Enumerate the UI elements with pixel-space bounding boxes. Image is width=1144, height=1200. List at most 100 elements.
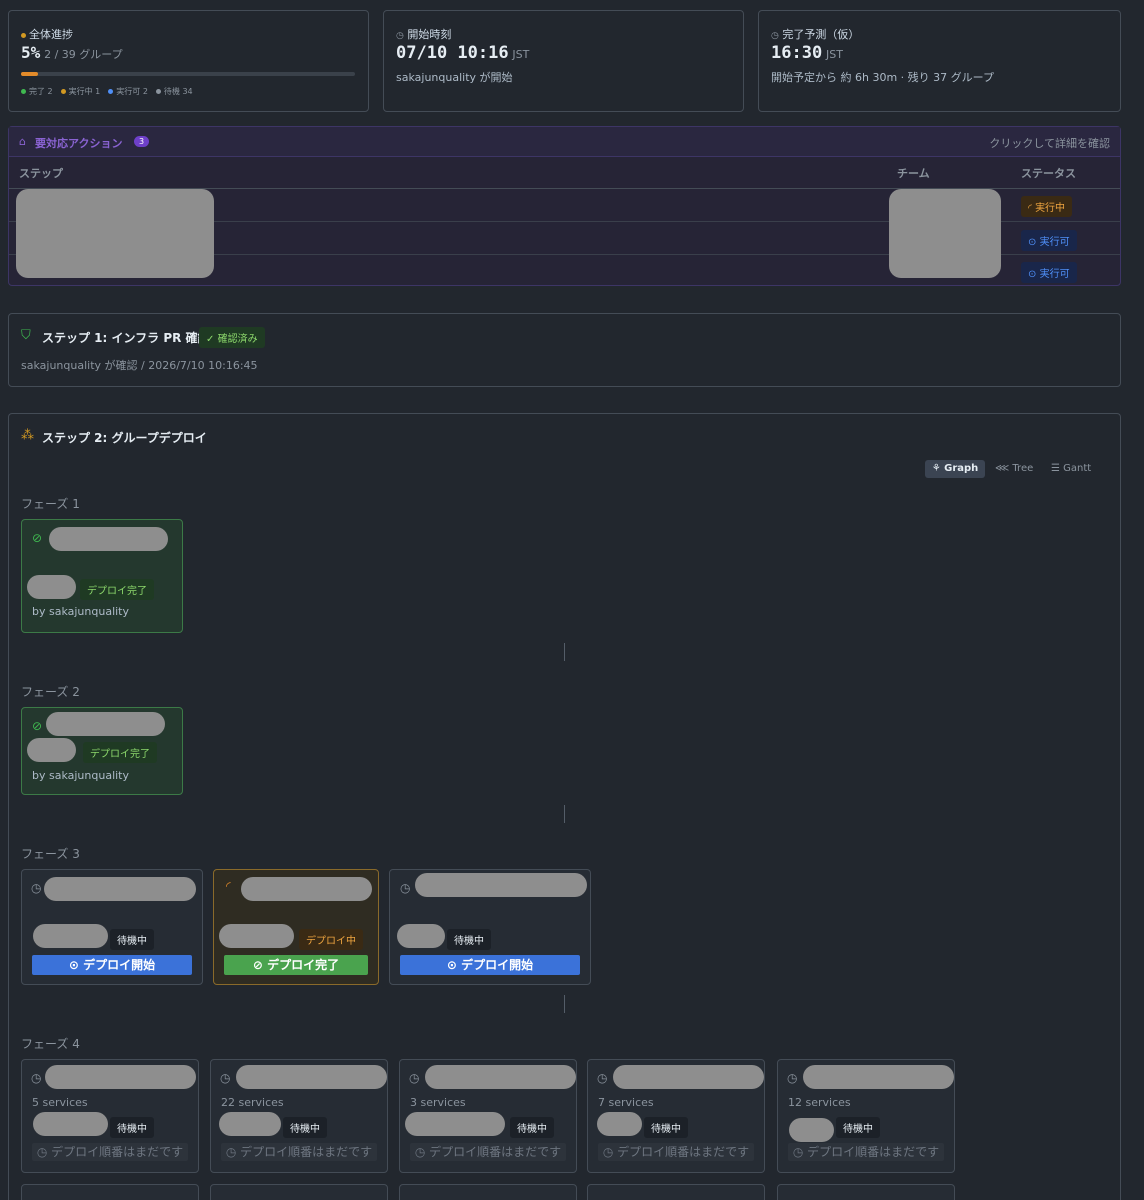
step1-detail: sakajunquality が確認 / 2026/7/10 10:16:45 (21, 359, 258, 372)
group-card[interactable]: ◷ 待機中 ⊙ デプロイ開始 (21, 869, 203, 985)
play-icon: ⊙ (1028, 269, 1037, 280)
service-count: 22 services (221, 1096, 284, 1109)
play-icon: ⊙ (446, 958, 457, 972)
deploy-disabled-button[interactable]: ◷ デプロイ順番はまだです (598, 1143, 754, 1161)
group-card[interactable]: ◷ 12 services 待機中 ◷ デプロイ順番はまだです (777, 1059, 955, 1173)
clock-icon: ◷ (220, 1071, 231, 1085)
start-time-label: 開始時刻 (407, 28, 452, 41)
spinner-icon: ◜ (1028, 203, 1032, 214)
redacted-group-name (803, 1065, 954, 1089)
action-hint: クリックして詳細を確認 (989, 137, 1110, 150)
group-card[interactable]: ◷ 22 services 待機中 ◷ デプロイ順番はまだです (210, 1059, 388, 1173)
status-badge: ⊙ 実行可 (1021, 230, 1077, 251)
redacted-group-name (44, 877, 196, 901)
redacted-group-name (425, 1065, 576, 1089)
redacted-version (33, 924, 108, 948)
clock-icon: ◷ (771, 31, 779, 41)
clock-icon: ◷ (31, 881, 42, 895)
status-badge: ⊙ 実行可 (1021, 262, 1077, 283)
tab-gantt[interactable]: ☰ Gantt (1051, 460, 1101, 478)
action-required-panel[interactable]: ⌂ 要対応アクション 3 クリックして詳細を確認 ステップ チーム ステータス … (8, 126, 1121, 286)
phase-connector (564, 643, 565, 661)
column-step: ステップ (19, 167, 63, 180)
group-card[interactable] (587, 1184, 765, 1200)
eta-card: ◷ 完了予測（仮） 16:30 JST 開始予定から 約 6h 30m · 残り… (758, 10, 1121, 112)
redacted-version (33, 1112, 108, 1136)
deploy-status-badge: デプロイ中 (299, 929, 363, 950)
view-switcher: ⚘ Graph ⋘ Tree ☰ Gantt (923, 458, 1105, 480)
start-time-detail: sakajunquality が開始 (396, 71, 513, 84)
check-circle-icon: ⊘ (32, 719, 43, 733)
legend-label: 実行可 2 (116, 87, 148, 96)
legend-item: 完了 2 (21, 87, 53, 96)
status-badge: ◜ 実行中 (1021, 196, 1073, 217)
deploy-start-button[interactable]: ⊙ デプロイ開始 (32, 955, 192, 975)
group-card[interactable]: ◷ 待機中 ⊙ デプロイ開始 (389, 869, 591, 985)
group-card[interactable]: ◜ デプロイ中 ⊘ デプロイ完了 (213, 869, 379, 985)
clock-icon: ◷ (602, 1145, 614, 1159)
phase-label: フェーズ 4 (21, 1037, 80, 1051)
group-card[interactable]: ◷ 7 services 待機中 ◷ デプロイ順番はまだです (587, 1059, 765, 1173)
group-card[interactable]: ⊘ デプロイ完了 by sakajunquality (21, 707, 183, 795)
progress-bar-fill (21, 72, 38, 76)
deploy-disabled-button[interactable]: ◷ デプロイ順番はまだです (788, 1143, 944, 1161)
eta-detail: 開始予定から 約 6h 30m · 残り 37 グループ (771, 71, 994, 84)
start-time-card: ◷ 開始時刻 07/10 10:16 JST sakajunquality が開… (383, 10, 744, 112)
deployed-by: by sakajunquality (32, 769, 130, 782)
service-count: 3 services (410, 1096, 466, 1109)
action-header[interactable]: ⌂ 要対応アクション 3 クリックして詳細を確認 (9, 127, 1120, 157)
legend-dot-icon (21, 89, 26, 94)
tab-graph[interactable]: ⚘ Graph (925, 460, 985, 478)
check-circle-icon: ⊘ (252, 958, 263, 972)
redacted-version (405, 1112, 505, 1136)
deploy-status-badge: 待機中 (836, 1117, 880, 1138)
tab-tree[interactable]: ⋘ Tree (995, 460, 1039, 478)
deploy-disabled-button[interactable]: ◷ デプロイ順番はまだです (221, 1143, 377, 1161)
group-card[interactable]: ◷ 3 services 待機中 ◷ デプロイ順番はまだです (399, 1059, 577, 1173)
deploy-start-button[interactable]: ⊙ デプロイ開始 (400, 955, 580, 975)
phase-label: フェーズ 2 (21, 685, 80, 699)
action-count-badge: 3 (134, 136, 150, 147)
check-circle-icon: ⊘ (32, 531, 43, 545)
play-icon: ⊙ (68, 958, 79, 972)
deploy-status-badge: 待機中 (447, 929, 491, 950)
check-circle-icon: ✓ (206, 334, 215, 345)
deploy-status-badge: デプロイ完了 (80, 579, 154, 600)
redacted-team-names (889, 189, 1001, 278)
play-icon: ⊙ (1028, 237, 1037, 248)
group-card[interactable]: ⊘ デプロイ完了 by sakajunquality (21, 519, 183, 633)
service-count: 7 services (598, 1096, 654, 1109)
redacted-group-name (49, 527, 168, 551)
step1-title: ステップ 1: インフラ PR 確認 (42, 331, 210, 345)
deploy-status-badge: デプロイ完了 (83, 742, 157, 763)
progress-label: 全体進捗 (29, 28, 73, 41)
service-count: 12 services (788, 1096, 851, 1109)
clock-icon: ◷ (36, 1145, 48, 1159)
deploy-complete-button[interactable]: ⊘ デプロイ完了 (224, 955, 368, 975)
confirmed-label: 確認済み (217, 334, 258, 345)
deploy-disabled-button[interactable]: ◷ デプロイ順番はまだです (410, 1143, 566, 1161)
legend-label: 実行中 1 (68, 87, 101, 96)
legend-item: 実行可 2 (108, 87, 148, 96)
status-label: 実行可 (1039, 269, 1070, 280)
group-card[interactable] (210, 1184, 388, 1200)
group-card[interactable] (399, 1184, 577, 1200)
clock-icon: ◷ (396, 31, 404, 41)
list-icon: ☰ (1051, 463, 1060, 474)
group-card[interactable] (777, 1184, 955, 1200)
clock-icon: ◷ (225, 1145, 237, 1159)
clock-icon: ◷ (787, 1071, 798, 1085)
redacted-version (597, 1112, 642, 1136)
redacted-step-names (16, 189, 214, 278)
column-team: チーム (897, 167, 930, 180)
deploy-disabled-button[interactable]: ◷ デプロイ順番はまだです (32, 1143, 188, 1161)
phase-connector (564, 805, 565, 823)
group-card[interactable] (21, 1184, 199, 1200)
status-dot-icon (21, 32, 26, 38)
legend-dot-icon (60, 89, 66, 94)
group-card[interactable]: ◷ 5 services 待機中 ◷ デプロイ順番はまだです (21, 1059, 199, 1173)
redacted-version (219, 1112, 281, 1136)
redacted-group-name (613, 1065, 764, 1089)
redacted-group-name (236, 1065, 387, 1089)
clock-icon: ◷ (31, 1071, 42, 1085)
